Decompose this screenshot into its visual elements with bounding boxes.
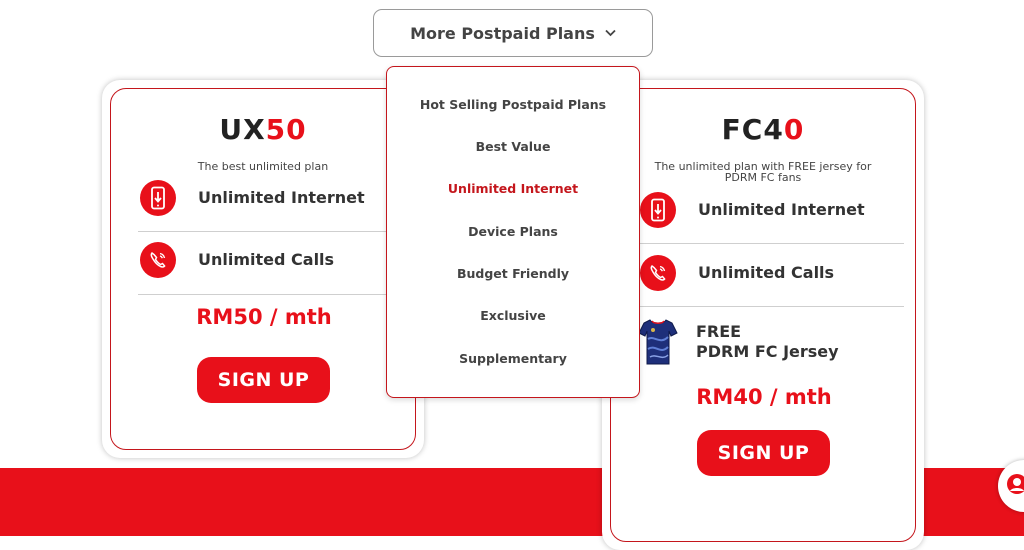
- plan-price: RM50 / mth: [196, 305, 332, 329]
- divider: [138, 294, 404, 295]
- menu-item-device-plans[interactable]: Device Plans: [387, 224, 639, 239]
- divider: [638, 243, 904, 244]
- dropdown-label: More Postpaid Plans: [410, 23, 595, 43]
- plan-card-ux50-border: UX50 The best unlimited plan Unlimited I…: [110, 88, 416, 450]
- phone-internet-icon: [140, 180, 176, 216]
- plan-card-fc40: FC40 The unlimited plan with FREE jersey…: [602, 80, 924, 550]
- more-postpaid-plans-dropdown[interactable]: More Postpaid Plans: [373, 9, 653, 57]
- sign-up-button[interactable]: SIGN UP: [197, 357, 330, 403]
- feature-unlimited-internet: Unlimited Internet: [140, 173, 365, 223]
- feature-unlimited-calls: Unlimited Calls: [640, 248, 834, 298]
- plan-subtitle: The unlimited plan with FREE jersey for …: [611, 161, 915, 183]
- menu-item-exclusive[interactable]: Exclusive: [387, 308, 639, 323]
- plan-title-main: FC4: [721, 113, 784, 146]
- menu-item-supplementary[interactable]: Supplementary: [387, 351, 639, 366]
- divider: [638, 306, 904, 307]
- plan-subtitle-line: PDRM FC fans: [724, 171, 802, 184]
- feature-label: Unlimited Internet: [698, 200, 865, 219]
- plan-title-accent: 50: [265, 113, 307, 146]
- feature-unlimited-calls: Unlimited Calls: [140, 235, 334, 285]
- jersey-icon: [638, 317, 678, 367]
- plan-price: RM40 / mth: [696, 385, 832, 409]
- jersey-line: FREE: [696, 322, 742, 341]
- plan-title-main: UX: [219, 113, 266, 146]
- phone-internet-icon: [640, 192, 676, 228]
- divider: [138, 231, 404, 232]
- menu-item-best-value[interactable]: Best Value: [387, 139, 639, 154]
- phone-call-icon: [640, 255, 676, 291]
- feature-label: Unlimited Internet: [198, 188, 365, 207]
- menu-item-hot-selling[interactable]: Hot Selling Postpaid Plans: [387, 97, 639, 112]
- plan-card-ux50: UX50 The best unlimited plan Unlimited I…: [102, 80, 424, 458]
- sign-up-button[interactable]: SIGN UP: [697, 430, 830, 476]
- feature-unlimited-internet: Unlimited Internet: [640, 185, 865, 235]
- chat-icon: [1006, 473, 1024, 499]
- chevron-down-icon: [605, 29, 616, 37]
- plan-title-accent: 0: [783, 113, 805, 146]
- feature-label: FREE PDRM FC Jersey: [696, 322, 839, 362]
- plan-subtitle: The best unlimited plan: [197, 160, 329, 173]
- plan-title: UX50: [111, 113, 415, 146]
- feature-label: Unlimited Calls: [198, 250, 335, 269]
- feature-free-jersey: FREE PDRM FC Jersey: [638, 317, 839, 367]
- jersey-line: PDRM FC Jersey: [696, 342, 839, 361]
- postpaid-plans-menu: Hot Selling Postpaid Plans Best Value Un…: [386, 66, 640, 398]
- plan-title: FC40: [611, 113, 915, 146]
- phone-call-icon: [140, 242, 176, 278]
- plan-card-fc40-border: FC40 The unlimited plan with FREE jersey…: [610, 88, 916, 542]
- menu-item-budget-friendly[interactable]: Budget Friendly: [387, 266, 639, 281]
- feature-label: Unlimited Calls: [698, 263, 835, 282]
- menu-item-unlimited-internet[interactable]: Unlimited Internet: [387, 181, 639, 196]
